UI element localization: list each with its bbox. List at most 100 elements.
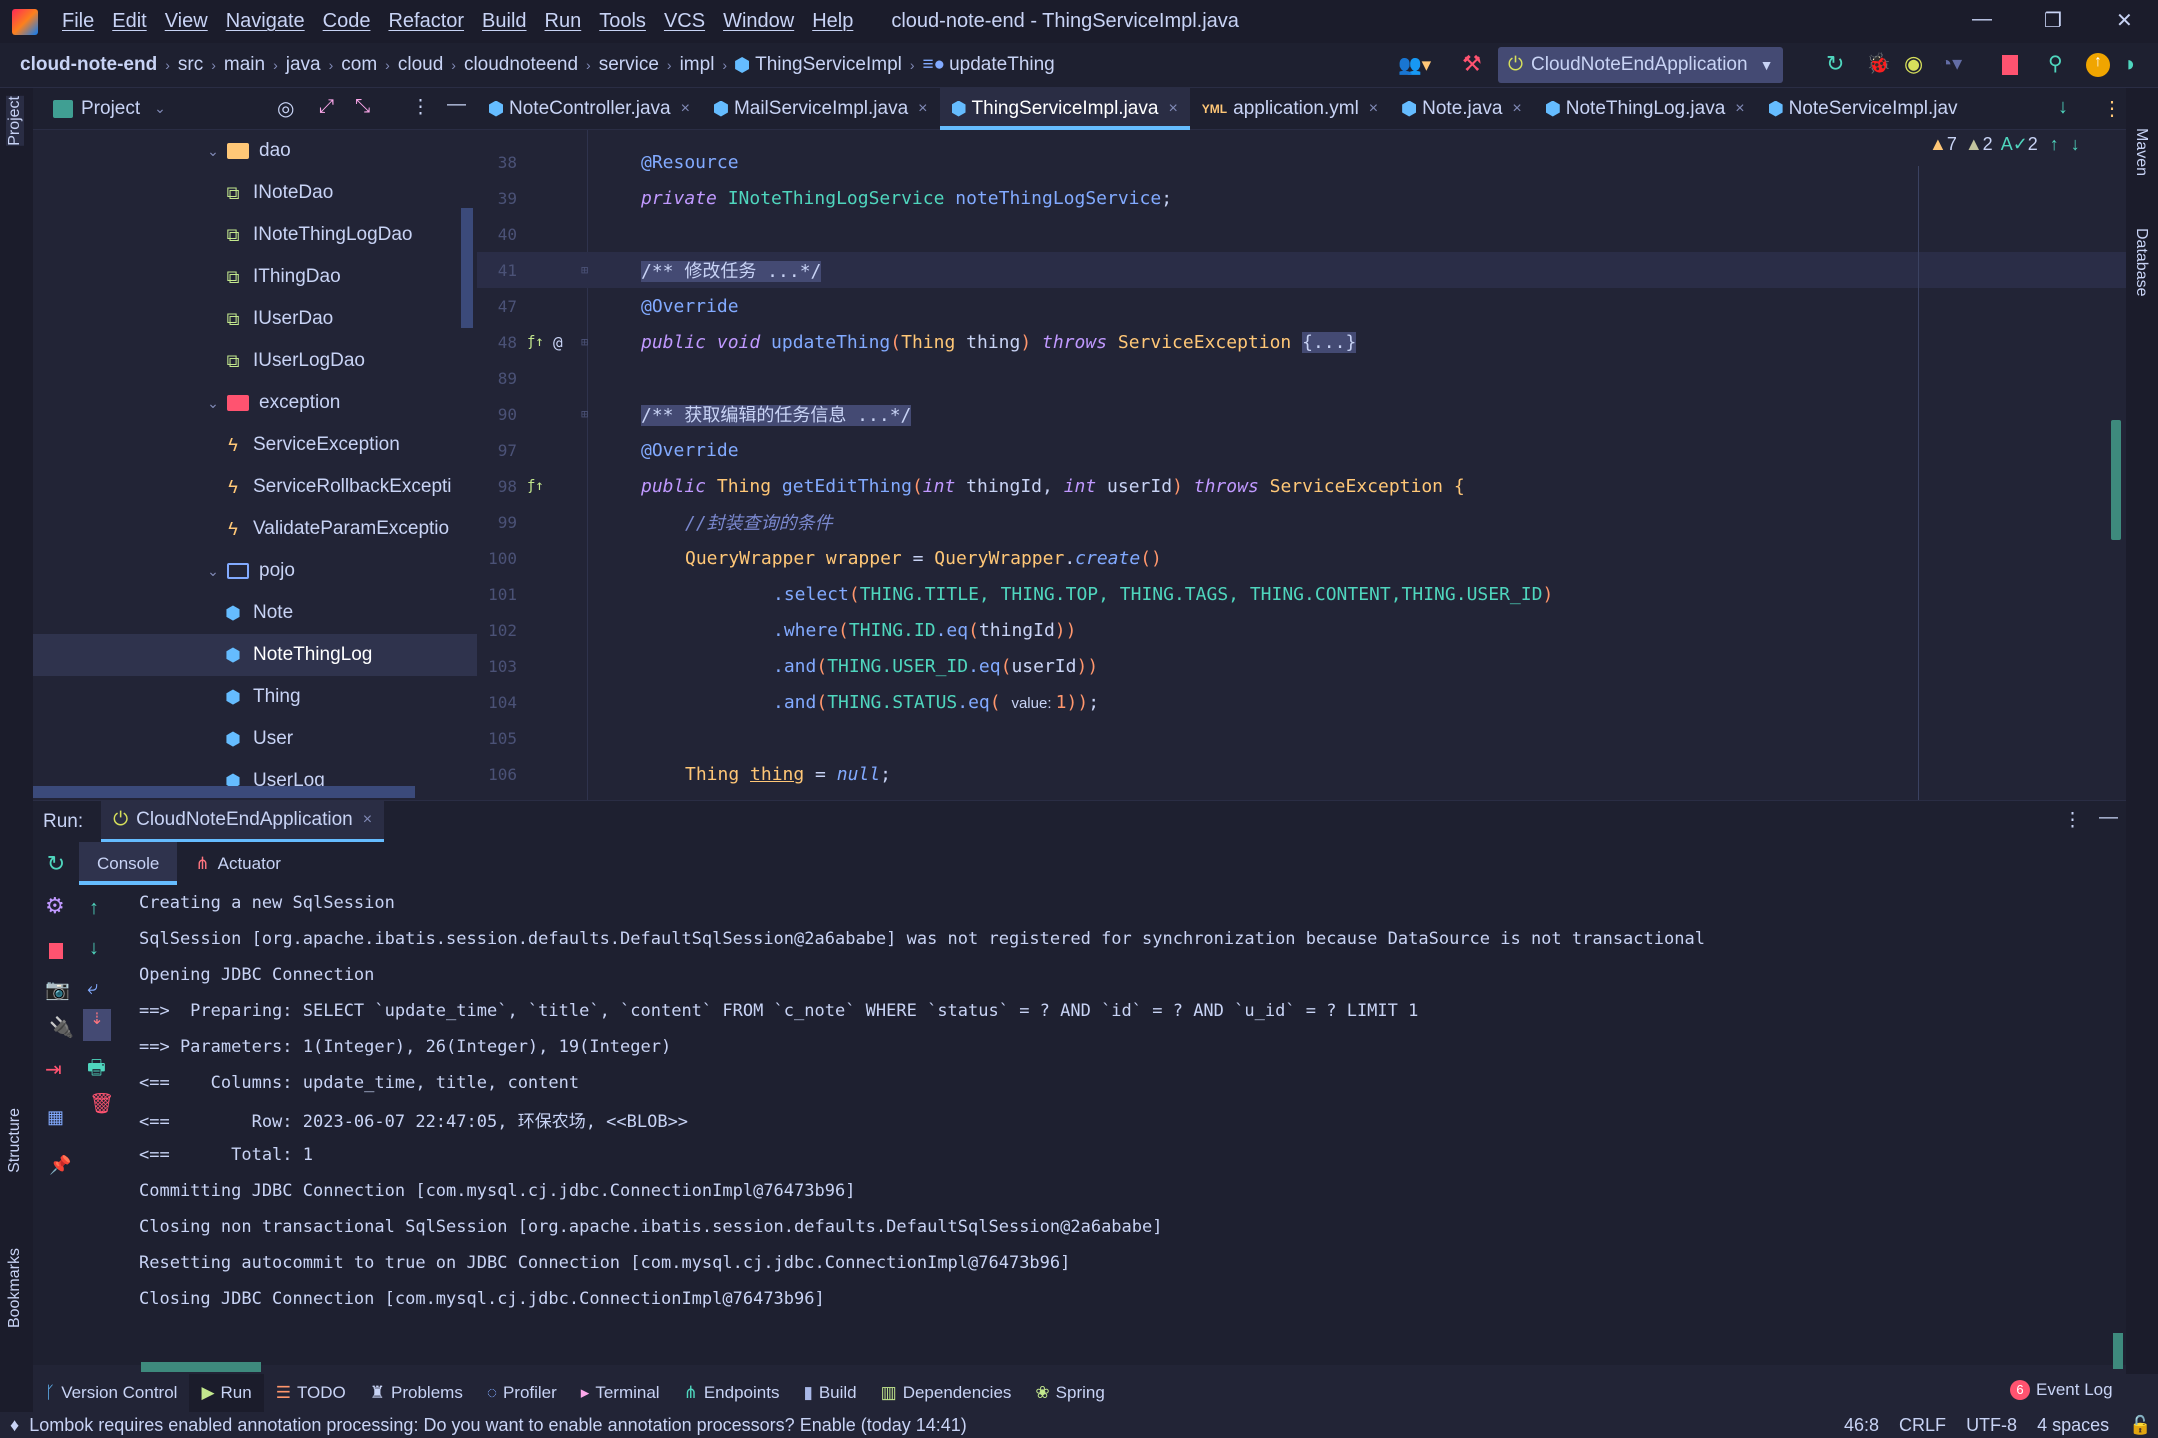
scroll-down-icon[interactable]: ↓ <box>89 937 99 960</box>
implements-icon[interactable]: ƒ↑ <box>527 478 544 494</box>
clear-icon[interactable]: 🗑 <box>89 1091 114 1116</box>
breadcrumb-item[interactable]: impl <box>680 54 715 76</box>
menu-code[interactable]: Code <box>323 10 371 33</box>
project-tool-button[interactable]: Project <box>6 96 24 146</box>
exit-icon[interactable]: ⇥ <box>45 1057 62 1082</box>
search-icon[interactable]: ⚲ <box>2048 51 2063 76</box>
menu-help[interactable]: Help <box>812 10 853 33</box>
options-icon[interactable]: ⋮ <box>2063 809 2082 832</box>
scroll-to-end-icon[interactable]: ⇣ <box>83 1009 111 1041</box>
tree-item[interactable]: ϟ ServiceException <box>33 424 477 466</box>
tool-tab-terminal[interactable]: ▸ Terminal <box>569 1374 672 1412</box>
chevron-down-icon[interactable]: ⌄ <box>199 143 227 160</box>
menu-tools[interactable]: Tools <box>599 10 646 33</box>
status-message[interactable]: Lombok requires enabled annotation proce… <box>29 1415 967 1436</box>
close-icon[interactable]: × <box>363 811 372 829</box>
tree-scrollbar[interactable] <box>461 208 473 328</box>
close-icon[interactable]: × <box>681 100 690 118</box>
menu-navigate[interactable]: Navigate <box>226 10 305 33</box>
bookmarks-tool-button[interactable]: Bookmarks <box>6 1248 24 1328</box>
fold-icon[interactable]: ⊞ <box>581 407 588 421</box>
profiler-icon[interactable]: ◔▾ <box>1940 51 1962 76</box>
menu-window[interactable]: Window <box>723 10 794 33</box>
hide-panel-icon[interactable]: — <box>2099 807 2118 829</box>
minimize-button[interactable]: — <box>1972 8 1992 31</box>
implements-icon[interactable]: ƒ↑ <box>527 334 544 350</box>
soft-wrap-icon[interactable]: ⤶ <box>87 977 98 1000</box>
settings-icon[interactable]: ⚙ <box>45 893 65 919</box>
collaboration-icon[interactable]: 👥▾ <box>1398 53 1431 77</box>
tree-item[interactable]: ⧉ INoteThingLogDao <box>33 214 477 256</box>
tab-options-icon[interactable]: ⋮ <box>2102 96 2122 121</box>
inspection-widget[interactable]: ▲ 7 ▲ 2 A✓ 2 ↑ ↓ <box>1929 134 2080 155</box>
line-separator[interactable]: CRLF <box>1899 1415 1946 1436</box>
tool-tab-spring[interactable]: ❀ Spring <box>1023 1374 1116 1412</box>
collapse-all-icon[interactable]: ⤡ <box>355 96 370 118</box>
tool-tab-problems[interactable]: ♜ Problems <box>358 1374 475 1412</box>
coverage-icon[interactable]: ◉ <box>1904 51 1923 77</box>
breadcrumb-item[interactable]: cloudnoteend <box>464 54 578 76</box>
tree-item[interactable]: ⌄ pojo <box>33 550 477 592</box>
tab-list-icon[interactable]: ↓ <box>2058 96 2068 119</box>
plug-icon[interactable]: 🔌 <box>49 1015 74 1040</box>
tab-console[interactable]: Console <box>79 842 178 885</box>
console-output[interactable]: Creating a new SqlSession SqlSession [org… <box>121 885 2126 1372</box>
breadcrumb-item[interactable]: com <box>341 54 377 76</box>
chevron-down-icon[interactable]: ⌄ <box>154 100 166 117</box>
menu-build[interactable]: Build <box>482 10 526 33</box>
annotation-icon[interactable]: @ <box>553 333 563 352</box>
fold-icon[interactable]: ⊞ <box>581 335 588 349</box>
stop-icon[interactable] <box>2002 55 2018 75</box>
close-icon[interactable]: × <box>1168 100 1177 118</box>
fold-icon[interactable]: ⊞ <box>581 263 588 277</box>
tree-item[interactable]: ⌄ dao <box>33 130 477 172</box>
breadcrumb-item[interactable]: cloud <box>398 54 443 76</box>
rerun-icon[interactable]: ↻ <box>1826 51 1844 77</box>
run-config-select[interactable]: ⏻ CloudNoteEndApplication ▼ <box>1498 47 1784 83</box>
editor-tab[interactable]: NoteThingLog.java × <box>1534 88 1757 130</box>
run-tab[interactable]: ⏻ CloudNoteEndApplication × <box>101 800 385 843</box>
update-icon[interactable]: ↑ <box>2086 53 2110 77</box>
tree-item[interactable]: ϟ ValidateParamExceptio <box>33 508 477 550</box>
scroll-up-icon[interactable]: ↑ <box>89 897 99 920</box>
chevron-down-icon[interactable]: ⌄ <box>199 563 227 580</box>
code-editor[interactable]: 38 @Resource 39 private INoteThingLogServic… <box>477 130 2126 800</box>
editor-tab[interactable]: NoteServiceImpl.jaᴠ <box>1757 88 1970 130</box>
breadcrumb-item[interactable]: src <box>178 54 203 76</box>
file-encoding[interactable]: UTF-8 <box>1966 1415 2017 1436</box>
tool-tab-run[interactable]: ▶ Run <box>189 1374 264 1412</box>
rerun-icon[interactable]: ↻ <box>33 851 79 877</box>
close-icon[interactable]: × <box>1369 100 1378 118</box>
tab-actuator[interactable]: Actuator <box>218 854 281 874</box>
tree-item[interactable]: ⧉ IThingDao <box>33 256 477 298</box>
tool-tab-todo[interactable]: ☰ TODO <box>264 1374 358 1412</box>
console-vertical-scrollbar[interactable] <box>2113 1333 2123 1369</box>
menu-view[interactable]: View <box>165 10 208 33</box>
close-icon[interactable]: × <box>1735 100 1744 118</box>
tree-item[interactable]: ϟ ServiceRollbackExcepti <box>33 466 477 508</box>
close-icon[interactable]: × <box>1512 100 1521 118</box>
editor-tab[interactable]: MailServiceImpl.java × <box>702 88 940 130</box>
breadcrumb-item[interactable]: cloud-note-end <box>20 54 157 76</box>
tree-item[interactable]: ⧉ IUserDao <box>33 298 477 340</box>
tool-tab-endpoints[interactable]: ⋔ Endpoints <box>672 1374 792 1412</box>
editor-tab[interactable]: Note.java × <box>1390 88 1534 130</box>
breadcrumb-item[interactable]: service <box>599 54 659 76</box>
breadcrumb-item[interactable]: main <box>224 54 265 76</box>
editor-tab[interactable]: ThingServiceImpl.java × <box>939 87 1191 130</box>
close-icon[interactable]: × <box>918 100 927 118</box>
editor-tab[interactable]: YML application.yml × <box>1190 88 1390 130</box>
tree-item[interactable]: ⌄ exception <box>33 382 477 424</box>
tool-tab-profiler[interactable]: ◌ Profiler <box>475 1374 569 1412</box>
tool-tab-dependencies[interactable]: ▥ Dependencies <box>869 1374 1024 1412</box>
tree-item[interactable]: ⬢ Note <box>33 592 477 634</box>
code-with-me-icon[interactable]: ◗ <box>2124 51 2137 77</box>
pin-icon[interactable]: 📌 <box>49 1155 71 1176</box>
tree-item[interactable]: ⬢ Thing <box>33 676 477 718</box>
restore-button[interactable]: ❐ <box>2044 8 2062 33</box>
menu-file[interactable]: File <box>62 10 94 33</box>
menu-vcs[interactable]: VCS <box>664 10 705 33</box>
hide-panel-icon[interactable]: — <box>447 94 466 116</box>
maven-tool-button[interactable]: Maven <box>2132 128 2150 176</box>
tree-horizontal-scrollbar[interactable] <box>33 786 415 798</box>
